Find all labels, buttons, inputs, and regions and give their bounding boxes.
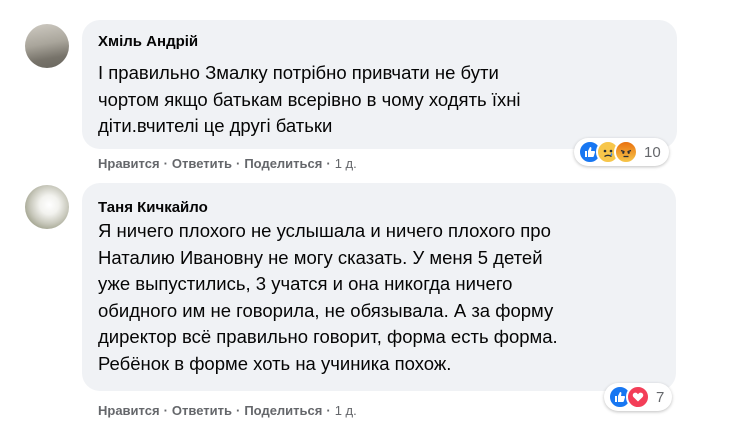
share-button[interactable]: Поделиться (244, 156, 322, 171)
avatar[interactable] (25, 185, 69, 229)
comment-text-line: чортом якщо батькам всерівно в чому ходя… (98, 88, 521, 110)
like-button[interactable]: Нравится (98, 156, 160, 171)
share-button[interactable]: Поделиться (244, 403, 322, 418)
separator-dot: · (235, 156, 241, 171)
love-icon (626, 385, 650, 409)
separator-dot: · (163, 156, 168, 171)
comments-section: Хміль Андрій І правильно Змалку потрібно… (0, 0, 740, 431)
reactions-summary[interactable]: 7 (604, 383, 673, 411)
separator-dot: · (235, 403, 241, 418)
reactions-summary[interactable]: 10 (574, 138, 669, 166)
comment-text: Я ничего плохого не услышала и ничего пл… (98, 218, 558, 377)
reply-button[interactable]: Ответить (172, 403, 232, 418)
comment-text-line: діти.вчителі це другі батьки (98, 115, 333, 136)
avatar[interactable] (25, 24, 69, 68)
comment-text-line: уже выпустились, 3 учатся и она никогда … (98, 273, 513, 294)
comment-actions: Нравится · Ответить · Поделиться · 1 д. (98, 156, 357, 171)
comment-text-line: Я ничего плохого не услышала и ничего пл… (98, 220, 551, 241)
reactions-count: 7 (656, 388, 665, 406)
like-button[interactable]: Нравится (98, 403, 160, 418)
comment-text-line: Ребёнок в форме хоть на учиника похож. (98, 352, 452, 374)
comment-text: І правильно Змалку потрібно привчати не … (98, 60, 521, 140)
reactions-count: 10 (644, 143, 661, 161)
reply-button[interactable]: Ответить (172, 156, 232, 171)
comment-bubble: Хміль Андрій І правильно Змалку потрібно… (82, 20, 677, 149)
separator-dot: · (326, 156, 331, 171)
comment-timestamp[interactable]: 1 д. (335, 403, 357, 418)
comment-text-line: Наталию Ивановну не могу сказать. У меня… (98, 246, 543, 268)
comment-text-line: обидного им не говорила, не обязывала. А… (98, 299, 554, 321)
comment-author[interactable]: Хміль Андрій (98, 33, 198, 50)
angry-icon (614, 140, 638, 164)
comment-actions: Нравится · Ответить · Поделиться · 1 д. (98, 403, 357, 418)
separator-dot: · (163, 403, 168, 418)
comment-author[interactable]: Таня Кичкайло (98, 199, 208, 216)
comment-bubble: Таня Кичкайло Я ничего плохого не услыша… (82, 183, 676, 391)
comment-text-line: І правильно Змалку потрібно привчати не … (98, 62, 499, 83)
separator-dot: · (326, 403, 331, 418)
comment-timestamp[interactable]: 1 д. (335, 156, 357, 171)
comment-text-line: директор всё правильно говорит, форма ес… (98, 326, 558, 347)
